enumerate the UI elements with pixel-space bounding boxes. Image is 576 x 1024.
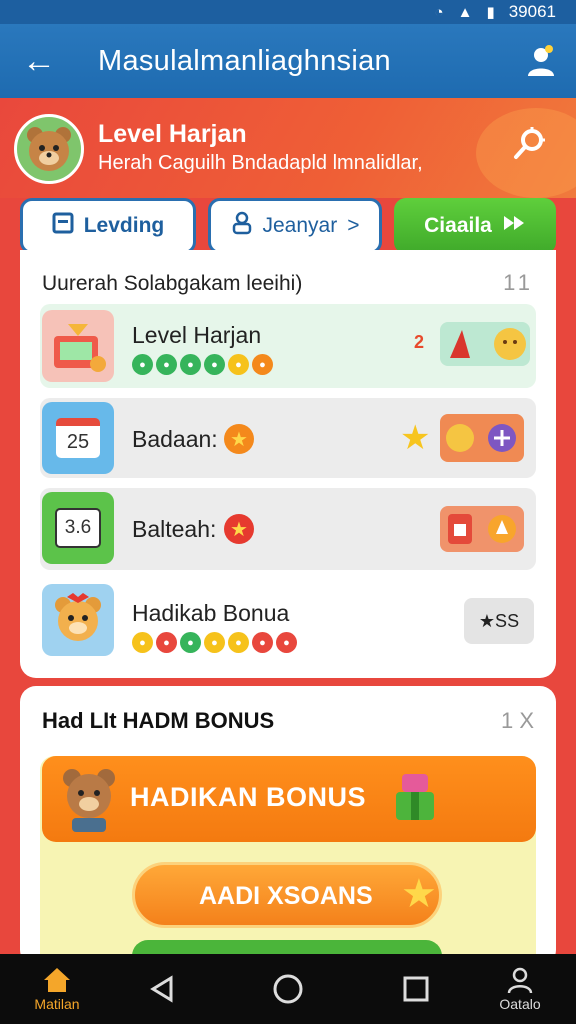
home-circle-icon[interactable] [266, 954, 310, 1024]
bonus-count[interactable]: 1 X [501, 708, 534, 734]
claim-bonus-button[interactable]: AADI XSOANS ★ [132, 862, 442, 928]
item-label: Level Harjan [132, 322, 262, 348]
status-time: 39061 [508, 2, 556, 21]
list-count: 11 [503, 270, 534, 295]
tab-label: Levding [83, 214, 165, 237]
item-label: Balteah: [132, 516, 217, 542]
nav-profile-label: Oatalo [499, 996, 541, 1012]
person-icon [507, 967, 533, 994]
person-icon [231, 211, 253, 241]
score-badge[interactable]: ★SS [464, 598, 534, 644]
dot-icon: ● [156, 354, 177, 375]
list-icon [52, 212, 74, 240]
promo-banner[interactable]: HADIKAN BONUS [42, 756, 536, 842]
nav-home-label: Matilan [34, 996, 80, 1012]
reward-badge [440, 414, 524, 462]
dot-icon: ● [228, 354, 249, 375]
tab-ciaaila[interactable]: Ciaaila [394, 198, 556, 254]
button-label: AADI XSOANS [199, 882, 373, 910]
app-title: Masulalmanliaghnsian [98, 44, 391, 77]
dot-icon: ● [276, 632, 297, 653]
tab-label: Ciaaila [424, 214, 492, 237]
calendar-date: 25 [56, 418, 100, 458]
hero-subtitle: Herah Caguilh Bndadapld lmnalidlar, [98, 152, 423, 174]
list-item[interactable]: Hadikab Bonua ● ● ● ● ● ● ● ★SS [40, 580, 536, 666]
progress-dots: ● ● ● ● ● ● [132, 354, 273, 375]
list-heading: Uurerah Solabgakam leeihi) [42, 272, 303, 295]
home-icon [44, 968, 70, 992]
nav-home[interactable]: Matilan [24, 954, 90, 1024]
dot-icon: ● [132, 632, 153, 653]
status-bar: ◔ ▲ ▮ 39061 [0, 0, 576, 24]
tab-row: Levding Jeanyar > Ciaaila [20, 198, 556, 256]
calendar-icon: 3.6 [42, 492, 114, 564]
bear-icon [56, 764, 122, 834]
hero-banner [0, 98, 576, 198]
dot-icon: ● [132, 354, 153, 375]
wifi-icon: ◔ [434, 3, 444, 21]
bear-icon [42, 584, 114, 656]
recents-icon[interactable] [394, 954, 438, 1024]
dot-icon: ● [180, 632, 201, 653]
progress-dots: ● ● ● ● ● ● ● [132, 632, 297, 653]
dot-icon: ● [252, 354, 273, 375]
arrow-icon [502, 212, 526, 240]
dot-icon: ● [228, 632, 249, 653]
avatar[interactable] [14, 114, 84, 184]
dot-icon: ● [204, 632, 225, 653]
item-label: Hadikab Bonua [132, 600, 290, 626]
star-icon: ★ [401, 872, 437, 916]
promo-title: HADIKAN BONUS [130, 782, 366, 812]
bear-icon [27, 127, 71, 171]
search-icon[interactable] [510, 124, 550, 164]
trailing-text: 2 [414, 332, 425, 352]
bonus-card: Had LIt HADM BONUS 1 X HADIKAN BONUS AAD… [20, 686, 556, 976]
bonus-heading: Had LIt HADM BONUS [42, 708, 275, 733]
reward-badge [440, 506, 524, 552]
level-list-card: Uurerah Solabgakam leeihi) 11 Level Harj… [20, 250, 556, 678]
dot-icon: ● [156, 632, 177, 653]
item-label: Badaan: [132, 426, 218, 452]
app-bar: ← Masulalmanliaghnsian [0, 24, 576, 98]
star-badge-icon: ★ [224, 514, 254, 544]
tab-jeanyar[interactable]: Jeanyar > [208, 198, 382, 254]
dot-icon: ● [252, 632, 273, 653]
dot-icon: ● [204, 354, 225, 375]
gift-icon [392, 768, 438, 824]
battery-icon: ▮ [486, 4, 495, 21]
signal-icon: ▲ [457, 3, 473, 21]
calendar-date: 3.6 [55, 508, 101, 548]
list-item[interactable]: Level Harjan ● ● ● ● ● ● 2 [40, 304, 536, 388]
profile-icon[interactable] [506, 44, 576, 78]
hero-title: Level Harjan [98, 120, 247, 148]
back-icon[interactable] [140, 954, 184, 1024]
dot-icon: ● [180, 354, 201, 375]
star-icon: ★ [400, 419, 431, 457]
tab-label: Jeanyar [262, 214, 338, 237]
tab-levding[interactable]: Levding [20, 198, 196, 254]
list-item[interactable]: 3.6 Balteah: ★ [40, 488, 536, 570]
nav-profile[interactable]: Oatalo [490, 954, 550, 1024]
back-arrow-icon[interactable]: ← [0, 44, 78, 78]
calendar-icon: 25 [42, 402, 114, 474]
reward-badge [440, 322, 530, 366]
navigation-bar: Matilan Oatalo [0, 954, 576, 1024]
list-item[interactable]: 25 Badaan: ★ ★ [40, 398, 536, 478]
star-badge-icon: ★ [224, 424, 254, 454]
gift-box-icon [42, 310, 114, 382]
chevron-right-icon: > [347, 214, 360, 237]
